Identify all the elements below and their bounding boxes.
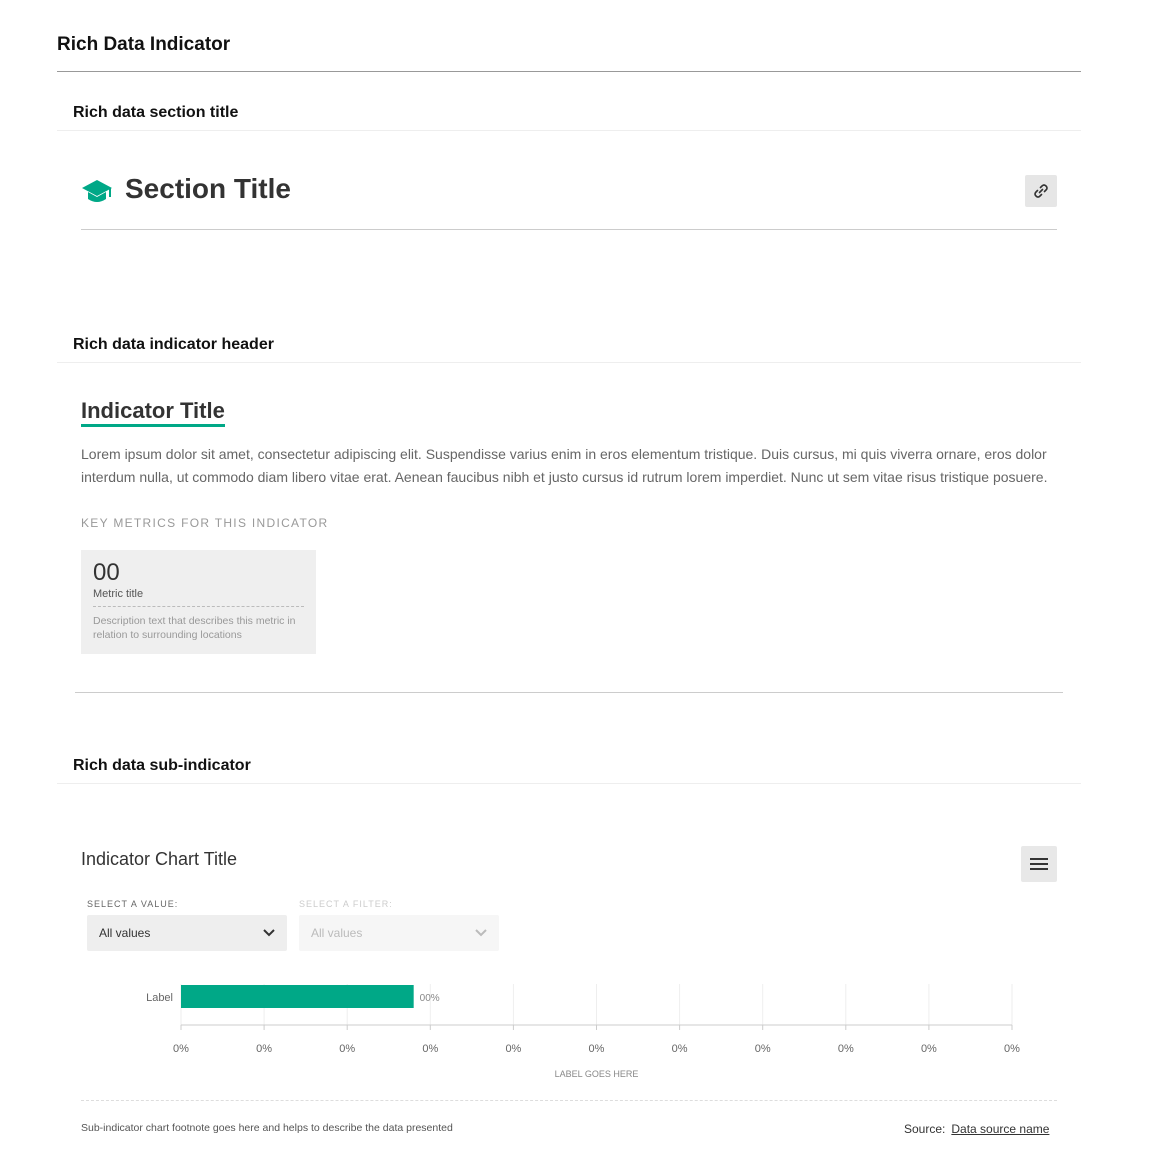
x-tick-label: 0%	[755, 1043, 771, 1055]
x-tick-label: 0%	[589, 1043, 605, 1055]
indicator-header-divider	[75, 692, 1063, 693]
sub-indicator-chart: 0% 0% 0% 0% 0% 0% 0% 0% 0% 0% 0% Label 00% LABEL GOES…	[146, 984, 1020, 1079]
select-value-current: All values	[99, 926, 151, 940]
hamburger-menu-icon	[1030, 858, 1048, 870]
link-icon	[1034, 184, 1048, 198]
chart-title: Indicator Chart Title	[81, 849, 238, 869]
x-tick-label: 0%	[256, 1043, 272, 1055]
category-label: Label	[146, 992, 173, 1004]
section-heading-indicator-header: Rich data indicator header	[73, 336, 274, 353]
section-divider	[57, 362, 1081, 363]
chevron-down-icon	[475, 929, 487, 937]
section-divider	[57, 130, 1081, 131]
select-filter-current: All values	[311, 926, 363, 940]
chart-menu-button[interactable]	[1021, 846, 1057, 882]
section-heading-section-title: Rich data section title	[73, 104, 239, 121]
x-tick-label: 0%	[339, 1043, 355, 1055]
chevron-down-icon	[263, 929, 275, 937]
graduation-cap-icon	[81, 178, 113, 206]
key-metrics-label: KEY METRICS FOR THIS INDICATOR	[81, 516, 329, 530]
metric-card: 00 Metric title Description text that de…	[81, 550, 316, 654]
section-title: Section Title	[125, 173, 291, 204]
select-value-label: SELECT A VALUE:	[87, 899, 179, 909]
section-divider	[57, 783, 1081, 784]
data-source-link[interactable]: Data source name	[951, 1122, 1049, 1136]
x-tick-label: 0%	[505, 1043, 521, 1055]
page-title: Rich Data Indicator	[57, 34, 231, 55]
x-tick-label: 0%	[672, 1043, 688, 1055]
x-tick-label: 0%	[838, 1043, 854, 1055]
section-heading-sub-indicator: Rich data sub-indicator	[73, 757, 251, 774]
bar-value-label: 00%	[420, 993, 440, 1004]
x-tick-label: 0%	[422, 1043, 438, 1055]
bar	[181, 985, 414, 1008]
select-value-dropdown[interactable]: All values	[87, 915, 287, 951]
section-title-divider	[81, 229, 1057, 230]
x-tick-label: 0%	[173, 1043, 189, 1055]
metric-description: Description text that describes this met…	[93, 615, 296, 641]
metric-value: 00	[93, 559, 120, 586]
page-title-divider	[57, 71, 1081, 72]
x-tick-label: 0%	[921, 1043, 937, 1055]
indicator-title: Indicator Title	[81, 398, 225, 427]
chart-footnote: Sub-indicator chart footnote goes here a…	[81, 1122, 453, 1134]
copy-link-button[interactable]	[1025, 175, 1057, 207]
select-filter-label: SELECT A FILTER:	[299, 899, 393, 909]
x-tick-label: 0%	[1004, 1043, 1020, 1055]
indicator-description: Lorem ipsum dolor sit amet, consectetur …	[81, 446, 1048, 485]
source-label: Source:	[904, 1122, 946, 1136]
chart-source: Source: Data source name	[904, 1122, 1049, 1136]
select-filter-dropdown: All values	[299, 915, 499, 951]
x-axis-label: LABEL GOES HERE	[555, 1069, 639, 1079]
metric-divider	[93, 606, 304, 607]
metric-title: Metric title	[93, 588, 144, 600]
footnote-divider	[81, 1100, 1057, 1101]
